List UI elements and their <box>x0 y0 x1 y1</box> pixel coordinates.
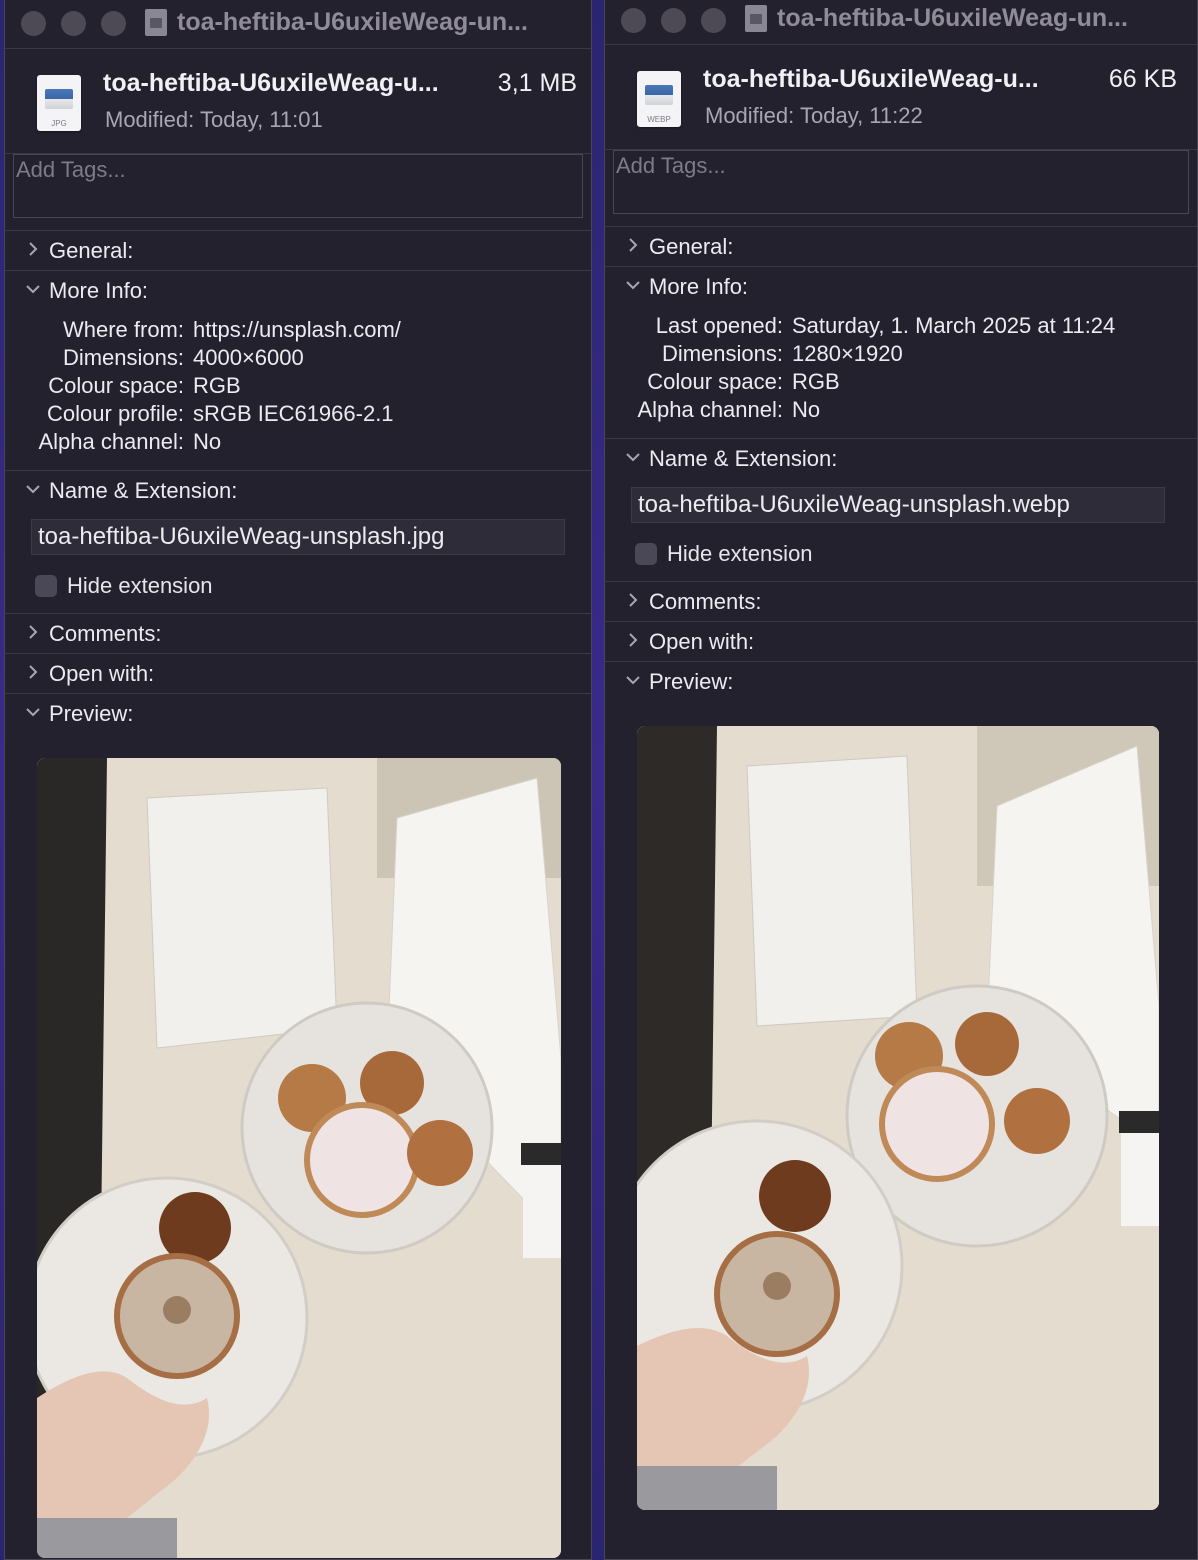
window-title: toa-heftiba-U6uxileWeag-un... <box>145 8 528 37</box>
info-row: Colour space: RGB <box>647 369 840 394</box>
tags-input[interactable]: Add Tags... <box>13 154 583 218</box>
info-row: Colour space: RGB <box>48 373 241 398</box>
section-comments[interactable]: Comments: <box>5 614 591 654</box>
traffic-lights <box>21 11 126 36</box>
section-more-info[interactable]: More Info: <box>5 271 591 310</box>
info-row: Dimensions: 4000×6000 <box>62 345 304 370</box>
info-window-jpg: toa-heftiba-U6uxileWeag-un... JPG toa-he… <box>4 0 592 1560</box>
section-open-with[interactable]: Open with: <box>5 654 591 694</box>
section-more-info[interactable]: More Info: <box>605 267 1197 306</box>
file-thumbnail-icon: JPG <box>37 75 81 131</box>
titlebar[interactable]: toa-heftiba-U6uxileWeag-un... <box>605 0 1197 45</box>
section-general[interactable]: General: <box>5 231 591 271</box>
donuts-photo <box>637 726 1159 1510</box>
chevron-down-icon <box>626 453 640 462</box>
modified-info: Modified: Today, 11:22 <box>705 103 923 128</box>
chevron-down-icon <box>26 708 40 717</box>
preview-image <box>37 758 561 1558</box>
chevron-down-icon <box>26 485 40 494</box>
chevron-right-icon <box>29 665 38 679</box>
file-size: 66 KB <box>1108 65 1177 93</box>
close-button[interactable] <box>621 8 646 33</box>
info-row: Last opened: Saturday, 1. March 2025 at 1… <box>655 313 1116 338</box>
hide-extension-option[interactable]: Hide extension <box>35 573 591 599</box>
section-name-extension[interactable]: Name & Extension: <box>5 471 591 519</box>
titlebar[interactable]: toa-heftiba-U6uxileWeag-un... <box>5 0 591 49</box>
file-thumbnail-icon: WEBP <box>637 71 681 127</box>
info-row: Dimensions: 1280×1920 <box>661 341 903 366</box>
info-row: Alpha channel: No <box>637 397 821 422</box>
chevron-down-icon <box>626 676 640 685</box>
chevron-right-icon <box>629 633 638 647</box>
file-type-label: WEBP <box>647 115 671 124</box>
more-info-rows: Where from: https://unsplash.com/ Dimensi… <box>5 310 591 471</box>
chevron-right-icon <box>29 242 38 256</box>
chevron-down-icon <box>626 281 640 290</box>
hide-extension-checkbox[interactable] <box>35 575 57 597</box>
file-header: WEBP toa-heftiba-U6uxileWeag-u... 66 KB … <box>605 45 1197 150</box>
file-name: toa-heftiba-U6uxileWeag-u... <box>703 65 1039 93</box>
section-comments[interactable]: Comments: <box>605 582 1197 622</box>
minimize-button[interactable] <box>61 11 86 36</box>
file-name: toa-heftiba-U6uxileWeag-u... <box>103 69 439 97</box>
section-preview[interactable]: Preview: <box>605 662 1197 701</box>
tags-input[interactable]: Add Tags... <box>613 150 1189 214</box>
close-button[interactable] <box>21 11 46 36</box>
window-title: toa-heftiba-U6uxileWeag-un... <box>745 4 1128 33</box>
traffic-lights <box>621 8 726 33</box>
section-preview[interactable]: Preview: <box>5 694 591 733</box>
info-window-webp: toa-heftiba-U6uxileWeag-un... WEBP toa-h… <box>604 0 1198 1560</box>
hide-extension-checkbox[interactable] <box>635 543 657 565</box>
document-icon <box>145 9 167 36</box>
chevron-right-icon <box>29 625 38 639</box>
hide-extension-option[interactable]: Hide extension <box>635 541 1197 567</box>
modified-info: Modified: Today, 11:01 <box>105 107 323 132</box>
file-type-label: JPG <box>51 119 67 128</box>
chevron-right-icon <box>629 593 638 607</box>
chevron-right-icon <box>629 238 638 252</box>
info-row: Colour profile: sRGB IEC61966-2.1 <box>47 401 394 426</box>
zoom-button[interactable] <box>701 8 726 33</box>
name-extension-body: toa-heftiba-U6uxileWeag-unsplash.jpg Hid… <box>5 519 591 614</box>
more-info-rows: Last opened: Saturday, 1. March 2025 at 1… <box>605 306 1197 439</box>
name-extension-body: toa-heftiba-U6uxileWeag-unsplash.webp Hi… <box>605 487 1197 582</box>
section-name-extension[interactable]: Name & Extension: <box>605 439 1197 487</box>
name-field[interactable]: toa-heftiba-U6uxileWeag-unsplash.jpg <box>31 519 565 555</box>
info-row: Alpha channel: No <box>38 429 222 454</box>
section-open-with[interactable]: Open with: <box>605 622 1197 662</box>
preview-image <box>637 726 1159 1510</box>
chevron-down-icon <box>26 285 40 294</box>
info-row: Where from: https://unsplash.com/ <box>62 317 401 342</box>
name-field[interactable]: toa-heftiba-U6uxileWeag-unsplash.webp <box>631 487 1165 523</box>
minimize-button[interactable] <box>661 8 686 33</box>
file-header: JPG toa-heftiba-U6uxileWeag-u... 3,1 MB … <box>5 49 591 154</box>
donuts-photo <box>37 758 561 1558</box>
file-size: 3,1 MB <box>497 69 577 97</box>
section-general[interactable]: General: <box>605 227 1197 267</box>
zoom-button[interactable] <box>101 11 126 36</box>
document-icon <box>745 5 767 32</box>
